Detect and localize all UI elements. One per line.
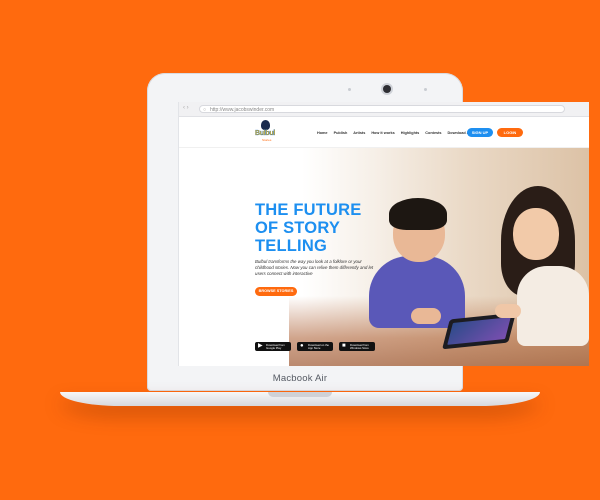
nav-item-highlights[interactable]: Highlights bbox=[401, 131, 420, 135]
laptop-screen: ‹ › ○ http://www.jacobswinder.com Bulbul… bbox=[178, 102, 589, 366]
logo-text: Bulbul bbox=[255, 130, 276, 137]
windows-store-badge[interactable]: ■ Download from Windows Store bbox=[339, 342, 375, 351]
apple-icon: ● bbox=[300, 343, 304, 349]
webcam-icon bbox=[383, 85, 391, 93]
bulbul-logo[interactable]: Bulbul Stories bbox=[255, 120, 275, 144]
hero-photo-boy-hair bbox=[389, 198, 447, 230]
app-store-badges: ▶ Download from Google Play ● Download o… bbox=[255, 342, 375, 351]
site-header: Bulbul Stories Home Publish Artists How … bbox=[179, 117, 589, 148]
laptop-notch bbox=[268, 392, 332, 397]
hero-title: THE FUTURE OF STORY TELLING bbox=[255, 201, 395, 255]
hero-photo-hand bbox=[495, 304, 521, 318]
hero-title-line: OF STORY bbox=[255, 219, 341, 237]
login-button[interactable]: LOGIN bbox=[497, 128, 523, 137]
hero-photo-girl-body bbox=[517, 266, 589, 346]
play-store-icon: ▶ bbox=[258, 343, 263, 349]
address-bar[interactable]: ○ http://www.jacobswinder.com bbox=[199, 105, 565, 113]
bird-icon bbox=[261, 120, 270, 130]
signup-button[interactable]: SIGN UP bbox=[467, 128, 493, 137]
browse-stories-button[interactable]: BROWSE STORIES bbox=[255, 287, 297, 296]
url-text: http://www.jacobswinder.com bbox=[210, 107, 275, 113]
laptop-model-label: Macbook Air bbox=[272, 373, 328, 384]
hero-title-line: THE FUTURE bbox=[255, 201, 362, 219]
nav-item-artists[interactable]: Artists bbox=[353, 131, 365, 135]
hero-photo-girl-face bbox=[513, 208, 559, 260]
hero-section: THE FUTURE OF STORY TELLING Bulbul trans… bbox=[179, 148, 589, 366]
google-play-badge[interactable]: ▶ Download from Google Play bbox=[255, 342, 291, 351]
windows-icon: ■ bbox=[342, 343, 346, 349]
hero-title-line: TELLING bbox=[255, 237, 327, 255]
nav-item-how-it-works[interactable]: How it works bbox=[371, 131, 394, 135]
nav-item-contests[interactable]: Contests bbox=[425, 131, 441, 135]
nav-item-home[interactable]: Home bbox=[317, 131, 328, 135]
hero-photo-hand bbox=[411, 308, 441, 324]
nav-item-publish[interactable]: Publish bbox=[334, 131, 348, 135]
browser-toolbar: ‹ › ○ http://www.jacobswinder.com bbox=[179, 102, 589, 117]
app-store-badge[interactable]: ● Download on the App Store bbox=[297, 342, 333, 351]
sensor-icon bbox=[348, 88, 351, 91]
badge-big-text: Windows Store bbox=[350, 346, 369, 350]
hero-description: Bulbul transforms the way you look at a … bbox=[255, 259, 374, 276]
browser-nav-arrows-icon[interactable]: ‹ › bbox=[183, 105, 189, 111]
sensor-icon bbox=[424, 88, 427, 91]
badge-big-text: Google Play bbox=[266, 346, 282, 350]
globe-icon: ○ bbox=[203, 107, 207, 113]
logo-subtext: Stories bbox=[262, 138, 272, 142]
main-nav: Home Publish Artists How it works Highli… bbox=[317, 131, 490, 135]
badge-big-text: App Store bbox=[308, 346, 321, 350]
